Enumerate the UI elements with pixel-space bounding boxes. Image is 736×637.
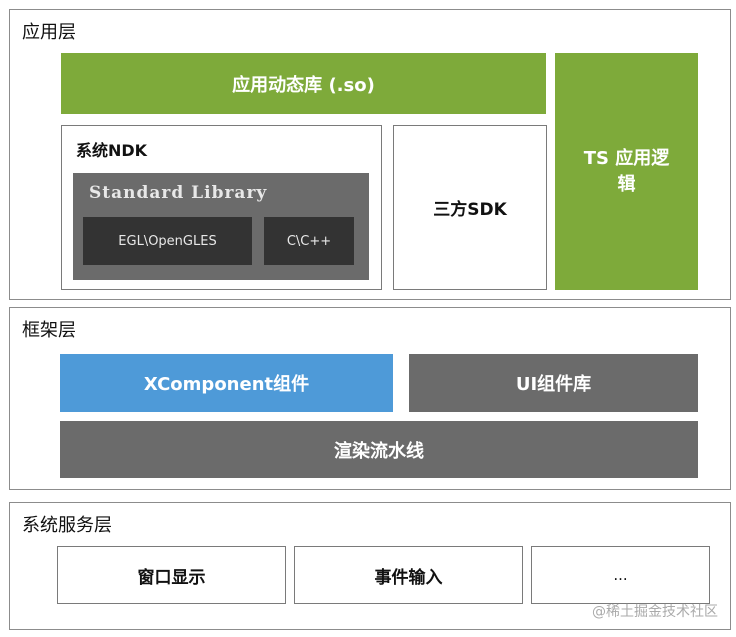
egl-opengles-label: EGL\OpenGLES	[118, 233, 217, 249]
window-display-label: 窗口显示	[137, 567, 206, 588]
render-pipeline-box: 渲染流水线	[60, 421, 698, 478]
xcomponent-label: XComponent组件	[143, 374, 310, 395]
ts-app-logic-label: TS 应用逻辑	[583, 147, 670, 195]
event-input-box: 事件输入	[294, 546, 523, 604]
cpp-box: C\C++	[264, 217, 354, 265]
xcomponent-box: XComponent组件	[60, 354, 393, 412]
system-ndk-title: 系统NDK	[76, 141, 148, 160]
framework-layer: 框架层 XComponent组件 UI组件库 渲染流水线	[9, 307, 731, 490]
framework-layer-title: 框架层	[22, 320, 76, 341]
more-services-label: ...	[613, 566, 628, 584]
app-dynamic-library-label: 应用动态库 (.so)	[232, 74, 375, 96]
standard-library-box: Standard Library EGL\OpenGLES C\C++	[73, 173, 369, 280]
ui-component-library-label: UI组件库	[515, 374, 592, 395]
event-input-label: 事件输入	[374, 567, 443, 588]
window-display-box: 窗口显示	[57, 546, 286, 604]
app-layer-title: 应用层	[22, 22, 76, 43]
ui-component-library-box: UI组件库	[409, 354, 698, 412]
system-ndk-box: 系统NDK Standard Library EGL\OpenGLES C\C+…	[61, 125, 382, 290]
app-layer: 应用层 应用动态库 (.so) 系统NDK Standard Library E…	[9, 9, 731, 300]
watermark: @稀土掘金技术社区	[592, 604, 718, 620]
render-pipeline-label: 渲染流水线	[334, 440, 424, 462]
app-dynamic-library: 应用动态库 (.so)	[61, 53, 546, 114]
standard-library-title: Standard Library	[89, 183, 268, 203]
more-services-box: ...	[531, 546, 710, 604]
third-party-sdk-box: 三方SDK	[393, 125, 547, 290]
egl-opengles-box: EGL\OpenGLES	[83, 217, 252, 265]
cpp-label: C\C++	[286, 233, 332, 249]
system-service-layer-title: 系统服务层	[22, 515, 112, 536]
third-party-sdk-label: 三方SDK	[433, 200, 507, 220]
ts-app-logic-box: TS 应用逻辑	[555, 53, 698, 290]
